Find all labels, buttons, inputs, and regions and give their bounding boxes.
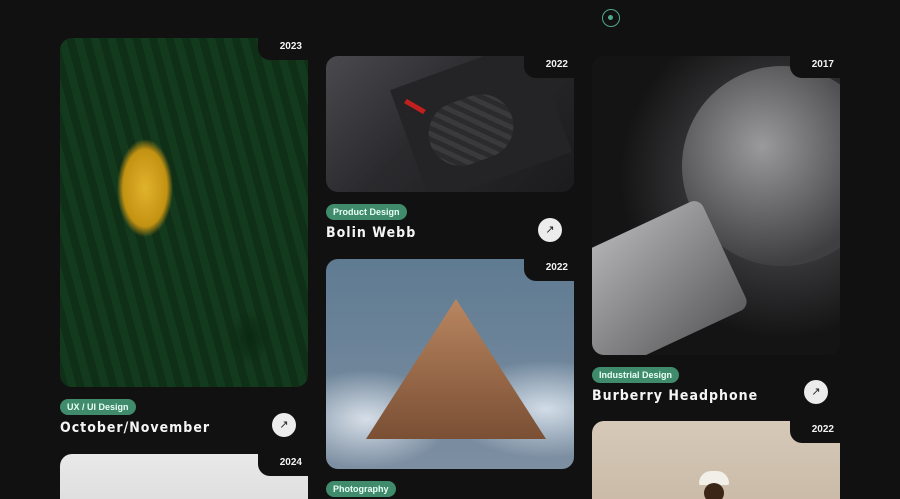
year-label: 2022 [545, 59, 568, 70]
category-tag[interactable]: Product Design [326, 204, 407, 220]
year-label: 2022 [811, 424, 834, 435]
target-dot-icon[interactable] [602, 9, 620, 27]
year-label: 2024 [279, 457, 302, 468]
project-card-portrait[interactable]: 2022 [592, 421, 840, 499]
category-tag[interactable]: Industrial Design [592, 367, 680, 383]
year-notch: 2022 [524, 259, 574, 281]
project-card-burberry[interactable]: 2017 Industrial Design Burberry Headphon… [592, 56, 840, 412]
project-card-2024[interactable]: 2024 [60, 454, 308, 499]
year-notch: 2022 [790, 421, 840, 443]
project-title[interactable]: Burberry Headphone [592, 388, 758, 404]
project-image[interactable] [592, 56, 840, 355]
year-label: 2022 [545, 262, 568, 273]
project-card-photography[interactable]: 2022 Photography [326, 259, 574, 499]
year-notch: 2022 [524, 56, 574, 78]
arrow-icon[interactable]: ↗ [804, 380, 828, 404]
project-card-october[interactable]: 2023 UX / UI Design October/November ↗ [60, 38, 308, 438]
project-title[interactable]: October/November [60, 420, 210, 436]
project-image[interactable] [60, 38, 308, 387]
year-notch: 2017 [790, 56, 840, 78]
arrow-icon[interactable]: ↗ [272, 413, 296, 437]
year-notch: 2023 [258, 38, 308, 60]
arrow-icon[interactable]: ↗ [538, 218, 562, 242]
year-notch: 2024 [258, 454, 308, 476]
year-label: 2023 [279, 41, 302, 52]
hill-shape [366, 299, 546, 439]
face-shape [704, 483, 724, 499]
year-label: 2017 [811, 59, 834, 70]
category-tag[interactable]: Photography [326, 481, 396, 497]
category-tag[interactable]: UX / UI Design [60, 399, 136, 415]
project-card-bolin-webb[interactable]: 2022 Product Design Bolin Webb ↗ [326, 56, 574, 246]
project-title[interactable]: Bolin Webb [326, 225, 416, 241]
project-image[interactable] [326, 259, 574, 469]
